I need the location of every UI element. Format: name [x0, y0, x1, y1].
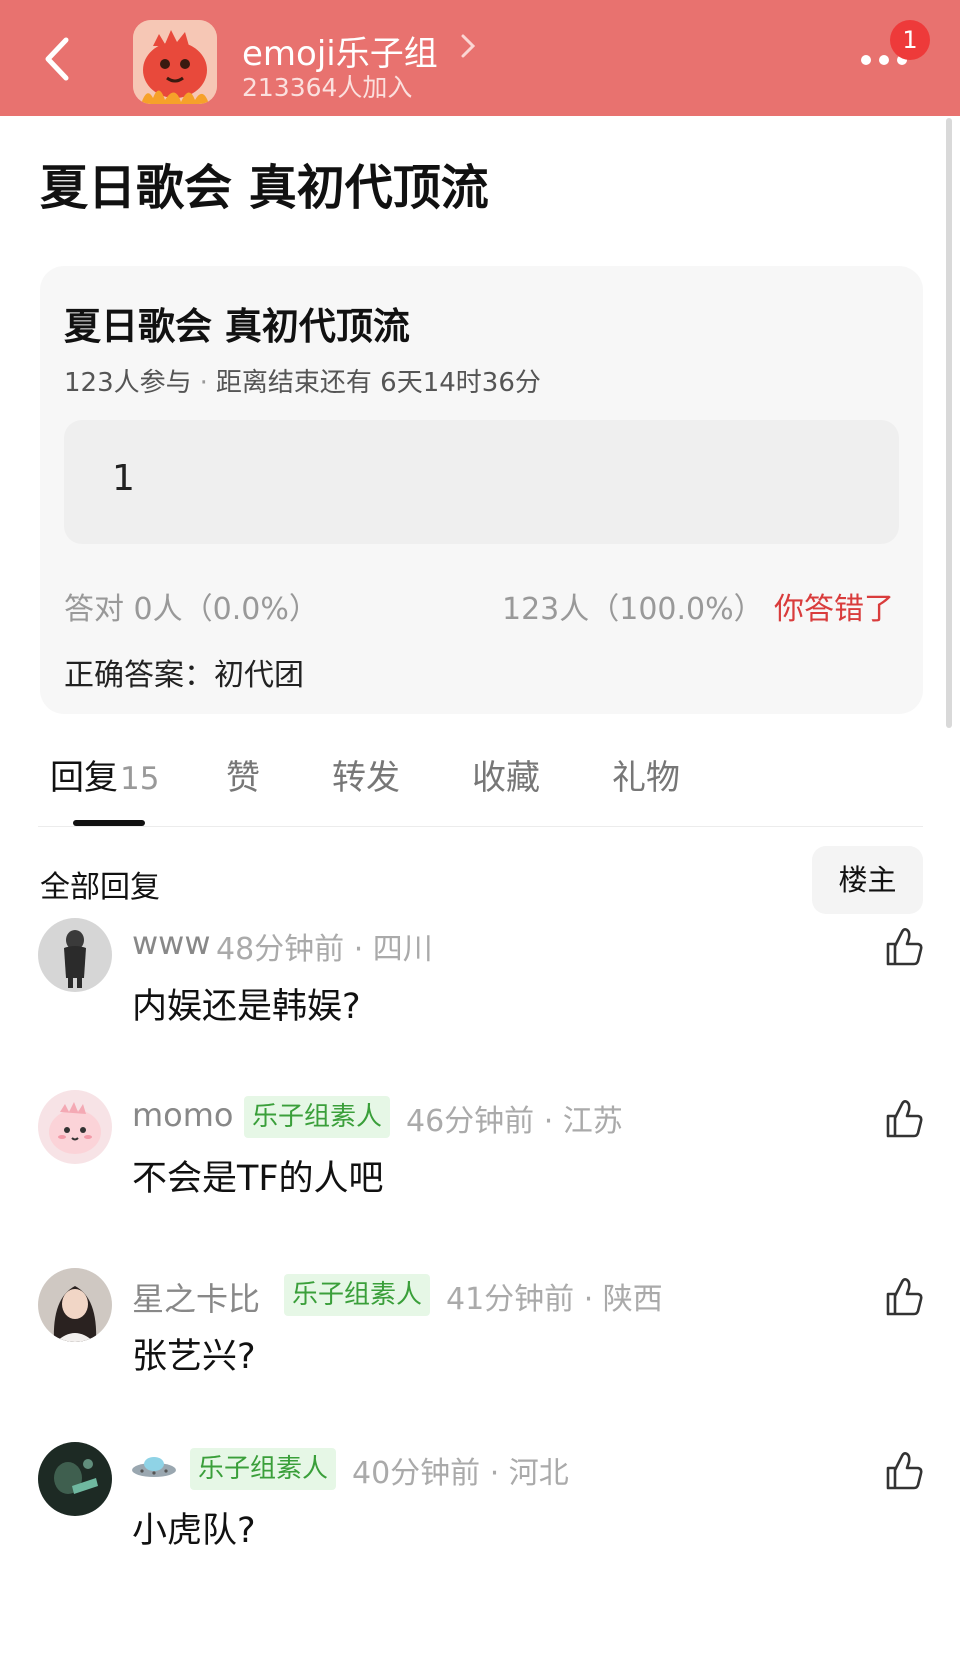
correct-label: 答对 — [64, 592, 124, 627]
member-tag: 乐子组素人 — [244, 1096, 391, 1138]
comment-username[interactable]: 星之卡比 — [132, 1274, 260, 1320]
member-tag: 乐子组素人 — [284, 1274, 431, 1316]
my-answer-box: 1 — [64, 420, 899, 544]
group-avatar[interactable] — [133, 20, 217, 104]
correct-answer: 正确答案：初代团 — [64, 658, 304, 693]
group-member-count: 213364人加入 — [242, 73, 413, 102]
wrong-answer-tag: 你答错了 — [774, 592, 894, 627]
comment-time-location: 46分钟前 · 江苏 — [406, 1104, 623, 1139]
divider — [38, 826, 923, 827]
comment-time-location: 48分钟前 · 四川 — [216, 932, 433, 967]
user-photo-avatar-icon — [38, 1442, 112, 1516]
wrong-count: 123人（100.0%） — [502, 592, 764, 627]
tab-replies-label: 回复 — [50, 758, 118, 798]
user-avatar[interactable] — [38, 1090, 112, 1164]
tab-gifts[interactable]: 礼物 — [612, 750, 680, 799]
comment-text[interactable]: 张艺兴? — [132, 1328, 256, 1379]
ufo-icon — [132, 1457, 176, 1477]
comment-username[interactable]: www — [132, 924, 211, 962]
red-dinosaur-icon — [133, 20, 217, 104]
comment-text[interactable]: 小虎队? — [132, 1502, 256, 1553]
correct-stat: 答对 0人（0.0%） — [64, 584, 319, 628]
correct-count: 0人（0.0%） — [133, 592, 319, 627]
comment-username[interactable]: momo — [132, 1096, 234, 1134]
comment-time-location: 41分钟前 · 陕西 — [446, 1282, 663, 1317]
pink-dinosaur-avatar-icon — [38, 1090, 112, 1164]
owner-only-button[interactable]: 楼主 — [812, 846, 923, 914]
tab-reposts[interactable]: 转发 — [332, 750, 400, 799]
comment-item: momo 乐子组素人 46分钟前 · 江苏 不会是TF的人吧 — [0, 1090, 960, 1240]
comment-item: www 48分钟前 · 四川 内娱还是韩娱? — [0, 918, 960, 1068]
quiz-title: 夏日歌会 真初代顶流 — [64, 305, 410, 348]
meta-separator: · — [199, 368, 208, 398]
chevron-right-icon[interactable] — [458, 30, 478, 62]
user-photo-avatar-icon — [38, 1268, 112, 1342]
quiz-meta: 123人参与 · 距离结束还有 6天14时36分 — [64, 362, 541, 399]
user-photo-avatar-icon — [38, 918, 112, 992]
tab-likes[interactable]: 赞 — [226, 750, 260, 799]
back-arrow-icon[interactable] — [38, 34, 78, 84]
tab-replies-count: 15 — [120, 761, 160, 797]
like-icon[interactable] — [884, 926, 924, 968]
notification-badge: 1 — [890, 20, 930, 60]
like-icon[interactable] — [884, 1098, 924, 1140]
user-avatar[interactable] — [38, 1268, 112, 1342]
my-answer: 1 — [112, 458, 135, 499]
post-tabs: 回复15 赞 转发 收藏 礼物 — [40, 750, 923, 830]
user-avatar[interactable] — [38, 1442, 112, 1516]
quiz-countdown: 距离结束还有 6天14时36分 — [215, 368, 541, 398]
tab-replies[interactable]: 回复15 — [50, 750, 159, 799]
like-icon[interactable] — [884, 1450, 924, 1492]
user-avatar[interactable] — [38, 918, 112, 992]
quiz-participants: 123人参与 — [64, 368, 192, 398]
comment-item: 乐子组素人 40分钟前 · 河北 小虎队? — [0, 1442, 960, 1592]
comment-item: 星之卡比 乐子组素人 41分钟前 · 陕西 张艺兴? — [0, 1268, 960, 1418]
comment-time-location: 40分钟前 · 河北 — [352, 1456, 569, 1491]
post-title: 夏日歌会 真初代顶流 — [40, 160, 489, 216]
all-replies-title: 全部回复 — [40, 870, 160, 905]
comment-text[interactable]: 内娱还是韩娱? — [132, 978, 361, 1029]
quiz-card: 夏日歌会 真初代顶流 123人参与 · 距离结束还有 6天14时36分 1 答对 0… — [40, 266, 923, 714]
like-icon[interactable] — [884, 1276, 924, 1318]
group-header: emoji乐子组 213364人加入 1 — [0, 0, 960, 116]
scrollbar[interactable] — [946, 118, 952, 728]
comment-text[interactable]: 不会是TF的人吧 — [132, 1150, 384, 1201]
tab-favorites[interactable]: 收藏 — [472, 750, 540, 799]
member-tag: 乐子组素人 — [190, 1448, 337, 1490]
